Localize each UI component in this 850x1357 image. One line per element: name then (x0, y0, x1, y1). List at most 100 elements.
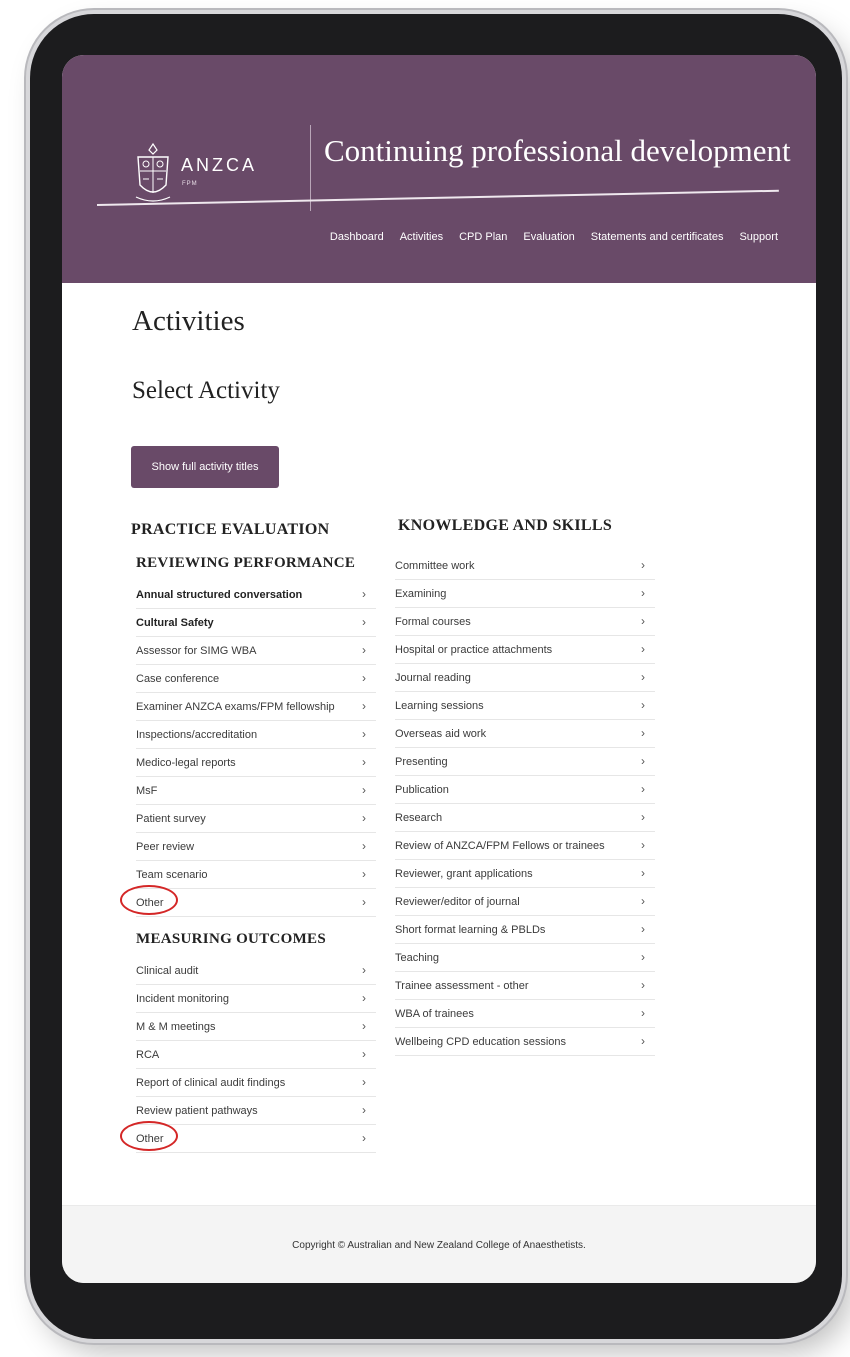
chevron-right-icon: › (362, 587, 366, 601)
main-nav: Dashboard Activities CPD Plan Evaluation Sta… (314, 231, 778, 243)
chevron-right-icon: › (362, 867, 366, 881)
activity-item-reviewer-editor-of-journal[interactable]: Reviewer/editor of journal › (395, 888, 655, 916)
chevron-right-icon: › (641, 642, 645, 656)
chevron-right-icon: › (362, 1075, 366, 1089)
activity-item-research[interactable]: Research › (395, 804, 655, 832)
chevron-right-icon: › (641, 782, 645, 796)
show-full-titles-button[interactable]: Show full activity titles (131, 446, 279, 488)
activity-label: Research (395, 811, 443, 824)
activity-label: Medico-legal reports (136, 756, 236, 769)
activity-label: Publication (395, 783, 449, 796)
activity-item-msf[interactable]: MsF › (136, 777, 376, 805)
logo-subtext: FPM (182, 181, 198, 187)
activity-item-team-scenario[interactable]: Team scenario › (136, 861, 376, 889)
chevron-right-icon: › (641, 586, 645, 600)
chevron-right-icon: › (641, 1006, 645, 1020)
activity-label: Review patient pathways (136, 1104, 258, 1117)
chevron-right-icon: › (641, 614, 645, 628)
activity-item-hospital-or-practice-attachments[interactable]: Hospital or practice attachments › (395, 636, 655, 664)
activity-item-clinical-audit[interactable]: Clinical audit › (136, 957, 376, 985)
activity-item-report-of-clinical-audit-findings[interactable]: Report of clinical audit findings › (136, 1069, 376, 1097)
crest-icon (135, 142, 171, 202)
chevron-right-icon: › (641, 754, 645, 768)
activity-label: Annual structured conversation (136, 588, 303, 601)
activity-item-peer-review[interactable]: Peer review › (136, 833, 376, 861)
chevron-right-icon: › (362, 727, 366, 741)
activity-item-m-m-meetings[interactable]: M & M meetings › (136, 1013, 376, 1041)
activity-item-trainee-assessment-other[interactable]: Trainee assessment - other › (395, 972, 655, 1000)
nav-item-support[interactable]: Support (739, 231, 778, 243)
chevron-right-icon: › (362, 699, 366, 713)
activity-item-teaching[interactable]: Teaching › (395, 944, 655, 972)
nav-item-statements-and-certificates[interactable]: Statements and certificates (591, 231, 724, 243)
activity-item-cultural-safety[interactable]: Cultural Safety › (136, 609, 376, 637)
chevron-right-icon: › (362, 811, 366, 825)
activity-label: RCA (136, 1048, 160, 1061)
activity-item-examiner-anzca-exams-fpm-fellowship[interactable]: Examiner ANZCA exams/FPM fellowship › (136, 693, 376, 721)
activity-label: Trainee assessment - other (395, 979, 529, 992)
activity-label: Wellbeing CPD education sessions (395, 1035, 566, 1048)
activity-label: Report of clinical audit findings (136, 1076, 286, 1089)
activity-label: Learning sessions (395, 699, 484, 712)
site-title: Continuing professional development (324, 133, 791, 168)
activity-item-formal-courses[interactable]: Formal courses › (395, 608, 655, 636)
header-divider (310, 125, 311, 211)
activity-item-other[interactable]: Other › (120, 1121, 376, 1153)
activity-item-case-conference[interactable]: Case conference › (136, 665, 376, 693)
activity-item-short-format-learning-pblds[interactable]: Short format learning & PBLDs › (395, 916, 655, 944)
activity-label: Clinical audit (136, 964, 199, 977)
activity-item-committee-work[interactable]: Committee work › (395, 552, 655, 580)
activity-item-publication[interactable]: Publication › (395, 776, 655, 804)
activity-label: Assessor for SIMG WBA (136, 644, 257, 657)
chevron-right-icon: › (362, 1131, 366, 1145)
anzca-logo[interactable]: ANZCA FPM (132, 141, 282, 205)
chevron-right-icon: › (641, 950, 645, 964)
measuring-outcomes-list: Clinical audit › Incident monitoring › M & M… (120, 957, 376, 1153)
activity-item-review-of-anzca-fpm-fellows-or-trainees[interactable]: Review of ANZCA/FPM Fellows or trainees › (395, 832, 655, 860)
chevron-right-icon: › (641, 894, 645, 908)
activity-item-assessor-for-simg-wba[interactable]: Assessor for SIMG WBA › (136, 637, 376, 665)
copyright-text: Copyright © Australian and New Zealand C… (292, 1240, 586, 1251)
activity-item-presenting[interactable]: Presenting › (395, 748, 655, 776)
activity-item-learning-sessions[interactable]: Learning sessions › (395, 692, 655, 720)
activity-label: Committee work (395, 559, 475, 572)
activity-item-patient-survey[interactable]: Patient survey › (136, 805, 376, 833)
chevron-right-icon: › (362, 839, 366, 853)
activity-item-examining[interactable]: Examining › (395, 580, 655, 608)
nav-item-cpd-plan[interactable]: CPD Plan (459, 231, 507, 243)
activity-item-medico-legal-reports[interactable]: Medico-legal reports › (136, 749, 376, 777)
activity-label: Presenting (395, 755, 448, 768)
reviewing-performance-list: Annual structured conversation › Cultural … (120, 581, 376, 917)
chevron-right-icon: › (362, 1103, 366, 1117)
activity-item-wellbeing-cpd-education-sessions[interactable]: Wellbeing CPD education sessions › (395, 1028, 655, 1056)
chevron-right-icon: › (362, 755, 366, 769)
activity-item-incident-monitoring[interactable]: Incident monitoring › (136, 985, 376, 1013)
activity-label: Patient survey (136, 812, 206, 825)
nav-item-dashboard[interactable]: Dashboard (330, 231, 384, 243)
chevron-right-icon: › (641, 558, 645, 572)
activity-label: Inspections/accreditation (136, 728, 258, 741)
activity-item-journal-reading[interactable]: Journal reading › (395, 664, 655, 692)
activity-item-other[interactable]: Other › (120, 885, 376, 917)
chevron-right-icon: › (641, 838, 645, 852)
activity-item-annual-structured-conversation[interactable]: Annual structured conversation › (136, 581, 376, 609)
page-subtitle: Select Activity (132, 377, 280, 404)
activity-item-overseas-aid-work[interactable]: Overseas aid work › (395, 720, 655, 748)
activity-item-wba-of-trainees[interactable]: WBA of trainees › (395, 1000, 655, 1028)
activity-label: Short format learning & PBLDs (395, 923, 546, 936)
chevron-right-icon: › (362, 895, 366, 909)
chevron-right-icon: › (362, 783, 366, 797)
activity-label: Peer review (136, 840, 195, 853)
chevron-right-icon: › (362, 1047, 366, 1061)
nav-item-evaluation[interactable]: Evaluation (523, 231, 574, 243)
activity-item-review-patient-pathways[interactable]: Review patient pathways › (136, 1097, 376, 1125)
activity-item-reviewer-grant-applications[interactable]: Reviewer, grant applications › (395, 860, 655, 888)
logo-wordmark: ANZCA (181, 155, 258, 175)
activity-item-inspections-accreditation[interactable]: Inspections/accreditation › (136, 721, 376, 749)
activity-label: Review of ANZCA/FPM Fellows or trainees (395, 839, 605, 852)
knowledge-skills-heading: KNOWLEDGE AND SKILLS (398, 517, 613, 534)
nav-item-activities[interactable]: Activities (400, 231, 443, 243)
chevron-right-icon: › (362, 671, 366, 685)
activity-item-rca[interactable]: RCA › (136, 1041, 376, 1069)
chevron-right-icon: › (362, 963, 366, 977)
